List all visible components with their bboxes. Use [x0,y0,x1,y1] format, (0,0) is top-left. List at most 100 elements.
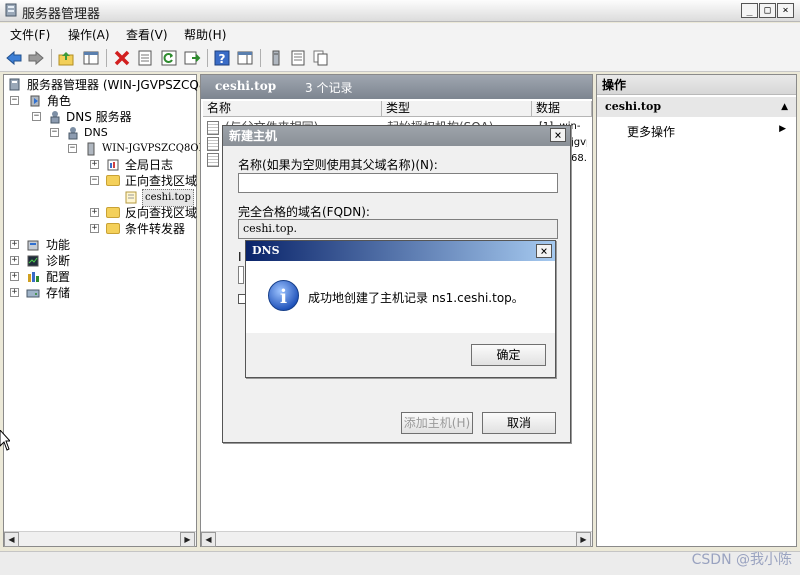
tree-item-conditional-forwarders[interactable]: + 条件转发器 [8,221,196,237]
record-data: 68.1 [571,153,587,164]
diagnostics-icon [27,255,39,267]
title-bar: 服务器管理器 _ □ × [0,0,800,22]
tree-item-configuration[interactable]: + 配置 [8,269,128,285]
tree-label: 服务器管理器 (WIN-JGVPSZCQ80 [27,78,215,92]
expand-icon[interactable]: + [10,272,19,281]
tree-item-dns-server[interactable]: − DNS 服务器 [8,109,188,125]
tree-item-roles[interactable]: − 角色 [8,93,188,109]
details-horizontal-scrollbar[interactable]: ◀ ▶ [201,531,592,547]
host-name-input[interactable] [238,173,558,193]
zone-title: ceshi.top [215,79,277,93]
copy-icon[interactable] [312,49,330,67]
tree-label: 条件转发器 [125,222,186,236]
scroll-right-icon[interactable]: ▶ [576,532,591,547]
server-icon [87,142,95,156]
toolbar-separator [106,49,107,67]
show-action-pane-icon[interactable] [236,49,254,67]
tree-label: 功能 [46,238,71,252]
menu-action[interactable]: 操作(A) [68,26,110,43]
submenu-arrow-icon: ▶ [779,124,786,134]
record-data: jgvps [571,137,587,148]
menu-bar: 文件(F) 操作(A) 查看(V) 帮助(H) [0,23,800,45]
tree-item-forward-zone[interactable]: − 正向查找区域 [8,173,197,189]
tree-label: 诊断 [46,254,71,268]
help-icon[interactable]: ? [213,49,231,67]
forward-icon[interactable] [27,49,45,67]
tree-item-diagnostics[interactable]: + 诊断 [8,253,128,269]
collapse-up-icon[interactable]: ▲ [781,97,788,117]
expand-icon[interactable]: + [10,240,19,249]
scroll-left-icon[interactable]: ◀ [201,532,216,547]
refresh-icon[interactable] [160,49,178,67]
server-icon[interactable] [267,49,285,67]
log-icon [107,159,119,171]
close-icon[interactable]: × [536,244,552,258]
back-icon[interactable] [5,49,23,67]
folder-icon [106,223,120,234]
tree-horizontal-scrollbar[interactable]: ◀ ▶ [4,531,196,547]
dns-server-icon [50,111,60,124]
collapse-icon[interactable]: − [32,112,41,121]
dialog-title-bar: DNS [246,241,555,261]
zone-file-icon [125,191,137,204]
console-tree-pane[interactable]: 服务器管理器 (WIN-JGVPSZCQ80 − 角色 − DNS 服务器 − … [3,74,214,547]
tree-label: DNS [84,126,108,139]
roles-icon [30,95,40,107]
tree-item-zone-ceshi[interactable]: ceshi.top [8,189,196,207]
record-list-icon[interactable] [289,49,307,67]
expand-icon[interactable]: + [90,160,99,169]
collapse-icon[interactable]: − [68,144,77,153]
properties-icon[interactable] [136,49,154,67]
actions-title: 操作 [597,75,796,95]
tree-item-host[interactable]: − WIN-JGVPSZCQ8OR [8,141,206,157]
tree-item-features[interactable]: + 功能 [8,237,128,253]
up-folder-icon[interactable] [57,49,75,67]
column-type[interactable]: 类型 [382,101,532,117]
ok-button[interactable]: 确定 [471,344,546,366]
tree-item-storage[interactable]: + 存储 [8,285,128,301]
collapse-icon[interactable]: − [10,96,19,105]
column-name[interactable]: 名称 [203,101,382,117]
show-hide-tree-icon[interactable] [82,49,100,67]
maximize-button[interactable]: □ [759,3,776,18]
dialog-title-bar: 新建主机 [223,126,570,146]
tree-item-dns[interactable]: − DNS [8,125,188,141]
more-actions-item[interactable]: 更多操作 ▶ [597,121,796,141]
export-list-icon[interactable] [183,49,201,67]
toolbar: ? [0,45,800,72]
add-host-button[interactable]: 添加主机(H) [401,412,473,434]
collapse-icon[interactable]: − [90,176,99,185]
expand-icon[interactable]: + [10,288,19,297]
menu-file[interactable]: 文件(F) [10,26,50,43]
column-data[interactable]: 数据 [532,101,592,117]
scroll-right-icon[interactable]: ▶ [180,532,195,547]
configuration-icon [28,272,39,282]
expand-icon[interactable]: + [10,256,19,265]
close-button[interactable]: × [777,3,794,18]
details-header: ceshi.top 3 个记录 [201,75,592,99]
tree-item-global-log[interactable]: + 全局日志 [8,157,194,173]
folder-icon [106,175,120,186]
delete-icon[interactable] [113,49,131,67]
tree-item-reverse-zone[interactable]: + 反向查找区域 [8,205,197,221]
menu-help[interactable]: 帮助(H) [184,26,226,43]
menu-view[interactable]: 查看(V) [126,26,168,43]
status-bar [0,551,800,575]
expand-icon[interactable]: + [90,224,99,233]
actions-section-ceshi[interactable]: ceshi.top ▲ [597,97,796,117]
record-icon [207,152,219,167]
expand-icon[interactable]: + [90,208,99,217]
record-icon [207,120,219,135]
close-icon[interactable]: × [550,128,566,142]
features-icon [27,240,39,251]
cancel-button[interactable]: 取消 [482,412,556,434]
tree-label: DNS 服务器 [66,110,132,124]
server-manager-icon [5,3,17,17]
dns-message-text: 成功地创建了主机记录 ns1.ceshi.top。 [308,291,524,305]
scroll-left-icon[interactable]: ◀ [4,532,19,547]
toolbar-separator [207,49,208,67]
dialog-title: 新建主机 [229,129,278,143]
ip-address-input[interactable] [238,266,244,284]
collapse-icon[interactable]: − [50,128,59,137]
minimize-button[interactable]: _ [741,3,758,18]
